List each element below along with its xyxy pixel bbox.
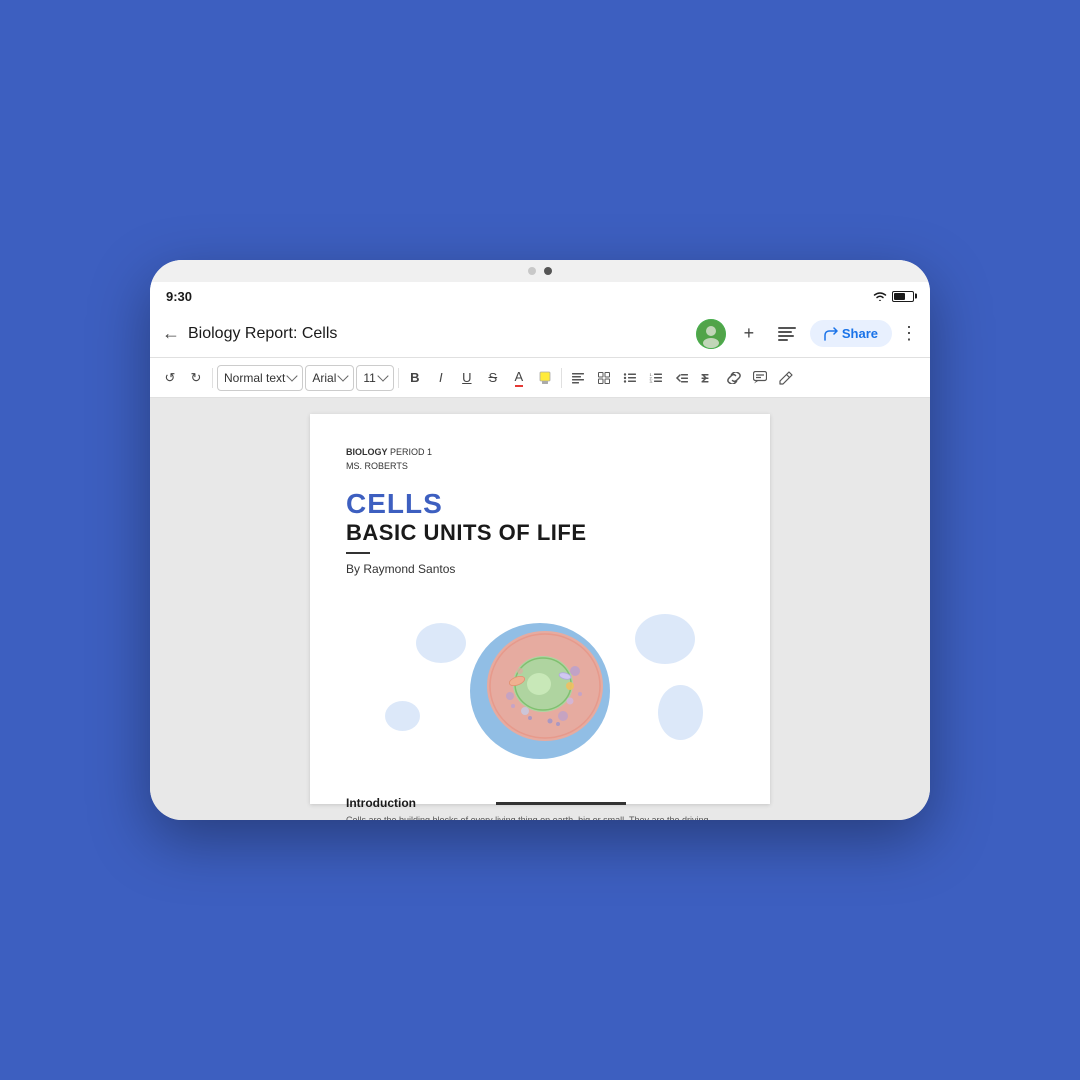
toolbar-sep-1 — [212, 368, 213, 388]
toolbar: ↺ ↻ Normal text Arial 11 B I U S A — [150, 358, 930, 398]
comment-icon-button[interactable] — [772, 319, 802, 349]
introduction-heading: Introduction — [346, 796, 416, 810]
tablet-top-bar — [150, 260, 930, 282]
indent-more-button[interactable] — [696, 364, 720, 392]
indent-less-icon — [675, 372, 689, 384]
link-icon — [726, 372, 742, 384]
format-grid-icon — [598, 372, 610, 384]
doc-page: BIOLOGY PERIOD 1 MS. ROBERTS CELLS BASIC… — [310, 414, 770, 804]
font-dropdown-label: Arial — [312, 371, 336, 385]
bullets-button[interactable] — [618, 364, 642, 392]
more-button[interactable]: ⋮ — [900, 323, 918, 344]
text-color-button[interactable]: A — [507, 364, 531, 392]
bullets-icon — [623, 372, 637, 384]
size-chevron-icon — [377, 370, 388, 381]
intro-underline — [496, 802, 626, 805]
share-icon — [824, 327, 838, 341]
blob-4 — [385, 701, 420, 731]
doc-author: By Raymond Santos — [346, 562, 734, 576]
battery-icon — [892, 291, 914, 302]
font-dropdown[interactable]: Arial — [305, 365, 354, 391]
blob-3 — [658, 685, 703, 740]
tablet: 9:30 ← Biology Report: Cells — [150, 260, 930, 820]
wifi-icon — [872, 290, 888, 302]
camera-dot-left — [528, 267, 536, 275]
bold-button[interactable]: B — [403, 364, 427, 392]
style-dropdown-label: Normal text — [224, 371, 285, 385]
highlight-icon — [538, 371, 552, 385]
text-color-label: A — [515, 369, 524, 387]
size-dropdown-label: 11 — [363, 371, 375, 385]
back-arrow-icon: ← — [162, 323, 180, 344]
indent-more-icon — [701, 372, 715, 384]
add-comment-icon — [753, 371, 767, 384]
align-icon — [571, 372, 585, 384]
pen-icon — [779, 371, 793, 385]
avatar[interactable] — [696, 319, 726, 349]
doc-subtitle: BASIC UNITS OF LIFE — [346, 520, 734, 546]
indent-less-button[interactable] — [670, 364, 694, 392]
nav-actions: + Share ⋮ — [696, 319, 918, 349]
status-icons — [872, 290, 914, 302]
share-button[interactable]: Share — [810, 320, 892, 347]
blob-2 — [635, 614, 695, 664]
link-button[interactable] — [722, 364, 746, 392]
strikethrough-button[interactable]: S — [481, 364, 505, 392]
introduction-section: Introduction Cells are the building bloc… — [346, 796, 734, 820]
size-dropdown[interactable]: 11 — [356, 365, 393, 391]
status-bar: 9:30 — [150, 282, 930, 310]
highlight-button[interactable] — [533, 364, 557, 392]
meta-bold: BIOLOGY — [346, 447, 388, 457]
doc-title: Biology Report: Cells — [188, 325, 688, 343]
redo-button[interactable]: ↻ — [184, 364, 208, 392]
doc-cells-title: CELLS — [346, 489, 734, 520]
toolbar-sep-2 — [398, 368, 399, 388]
numbered-icon: 1. 2. 3. — [649, 372, 663, 384]
doc-meta: BIOLOGY PERIOD 1 MS. ROBERTS — [346, 446, 734, 473]
cell-svg — [455, 606, 625, 766]
style-chevron-icon — [287, 370, 298, 381]
doc-area: BIOLOGY PERIOD 1 MS. ROBERTS CELLS BASIC… — [150, 398, 930, 820]
intro-text: Cells are the building blocks of every l… — [346, 814, 734, 820]
battery-fill — [894, 293, 905, 300]
share-label: Share — [842, 326, 878, 341]
add-button[interactable]: + — [734, 319, 764, 349]
status-time: 9:30 — [166, 289, 192, 304]
meta-period: PERIOD 1 — [388, 447, 433, 457]
align-button[interactable] — [566, 364, 590, 392]
nav-bar: ← Biology Report: Cells + — [150, 310, 930, 358]
doc-divider — [346, 552, 370, 554]
undo-button[interactable]: ↺ — [158, 364, 182, 392]
italic-button[interactable]: I — [429, 364, 453, 392]
style-dropdown[interactable]: Normal text — [217, 365, 303, 391]
toolbar-sep-3 — [561, 368, 562, 388]
pen-tool-button[interactable] — [774, 364, 798, 392]
font-chevron-icon — [338, 370, 349, 381]
comment-lines-icon — [777, 326, 797, 342]
format-more-button[interactable] — [592, 364, 616, 392]
underline-button[interactable]: U — [455, 364, 479, 392]
svg-text:3.: 3. — [649, 379, 652, 384]
camera-dot-center — [544, 267, 552, 275]
comment-tool-button[interactable] — [748, 364, 772, 392]
cell-illustration — [346, 596, 734, 776]
avatar-image — [696, 319, 726, 349]
meta-teacher: MS. ROBERTS — [346, 461, 408, 471]
numbered-button[interactable]: 1. 2. 3. — [644, 364, 668, 392]
back-button[interactable]: ← — [162, 323, 180, 344]
